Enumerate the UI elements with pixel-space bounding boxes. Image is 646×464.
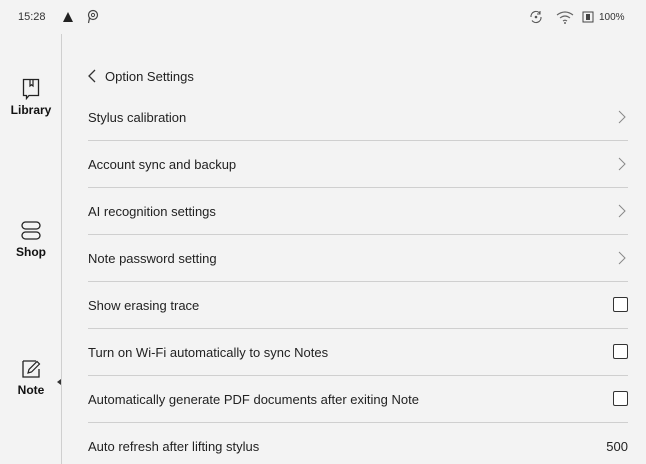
setting-account-sync[interactable]: Account sync and backup (88, 141, 628, 188)
auto-generate-pdf-checkbox[interactable] (613, 391, 628, 406)
setting-show-erasing-trace: Show erasing trace (88, 282, 628, 329)
battery-icon (582, 11, 594, 23)
warning-icon (63, 12, 73, 22)
setting-label: Show erasing trace (88, 298, 200, 313)
sidebar-item-label: Shop (16, 245, 46, 259)
setting-label: Automatically generate PDF documents aft… (88, 392, 419, 407)
chevron-right-icon (618, 251, 626, 265)
setting-label: Turn on Wi-Fi automatically to sync Note… (88, 345, 329, 360)
status-bar: 15:28 100% (0, 0, 646, 34)
setting-label: Auto refresh after lifting stylus (88, 439, 260, 454)
chevron-right-icon (618, 110, 626, 124)
setting-auto-refresh[interactable]: Auto refresh after lifting stylus 500 (88, 423, 628, 464)
setting-stylus-calibration[interactable]: Stylus calibration (88, 94, 628, 141)
setting-note-password[interactable]: Note password setting (88, 235, 628, 282)
show-erasing-trace-checkbox[interactable] (613, 297, 628, 312)
auto-refresh-value: 500 (606, 439, 628, 454)
status-time: 15:28 (18, 11, 46, 23)
sidebar-item-library[interactable]: Library (0, 78, 62, 117)
sync-icon (530, 10, 542, 24)
setting-auto-generate-pdf: Automatically generate PDF documents aft… (88, 376, 628, 423)
page-header: Option Settings (87, 67, 194, 85)
active-indicator (57, 379, 61, 385)
shop-icon (21, 221, 41, 240)
pen-notification-icon (87, 9, 99, 24)
back-chevron-icon[interactable] (87, 69, 97, 83)
chevron-right-icon (618, 157, 626, 171)
setting-label: Stylus calibration (88, 110, 187, 125)
sidebar: Library Shop Note (0, 34, 62, 464)
battery-percentage: 100% (599, 12, 625, 23)
note-icon (22, 360, 41, 378)
sidebar-item-label: Note (17, 383, 45, 397)
setting-label: AI recognition settings (88, 204, 216, 219)
page-title: Option Settings (105, 68, 194, 84)
settings-panel: Option Settings Stylus calibration Accou… (62, 34, 646, 464)
chevron-right-icon (618, 204, 626, 218)
setting-label: Account sync and backup (88, 157, 237, 172)
wifi-auto-sync-checkbox[interactable] (613, 344, 628, 359)
setting-ai-recognition[interactable]: AI recognition settings (88, 188, 628, 235)
sidebar-item-note[interactable]: Note (0, 358, 62, 397)
sidebar-item-label: Library (10, 103, 52, 117)
setting-label: Note password setting (88, 251, 217, 266)
setting-wifi-auto-sync: Turn on Wi-Fi automatically to sync Note… (88, 329, 628, 376)
sidebar-item-shop[interactable]: Shop (0, 220, 62, 259)
book-icon (22, 78, 40, 100)
wifi-icon (556, 11, 574, 24)
